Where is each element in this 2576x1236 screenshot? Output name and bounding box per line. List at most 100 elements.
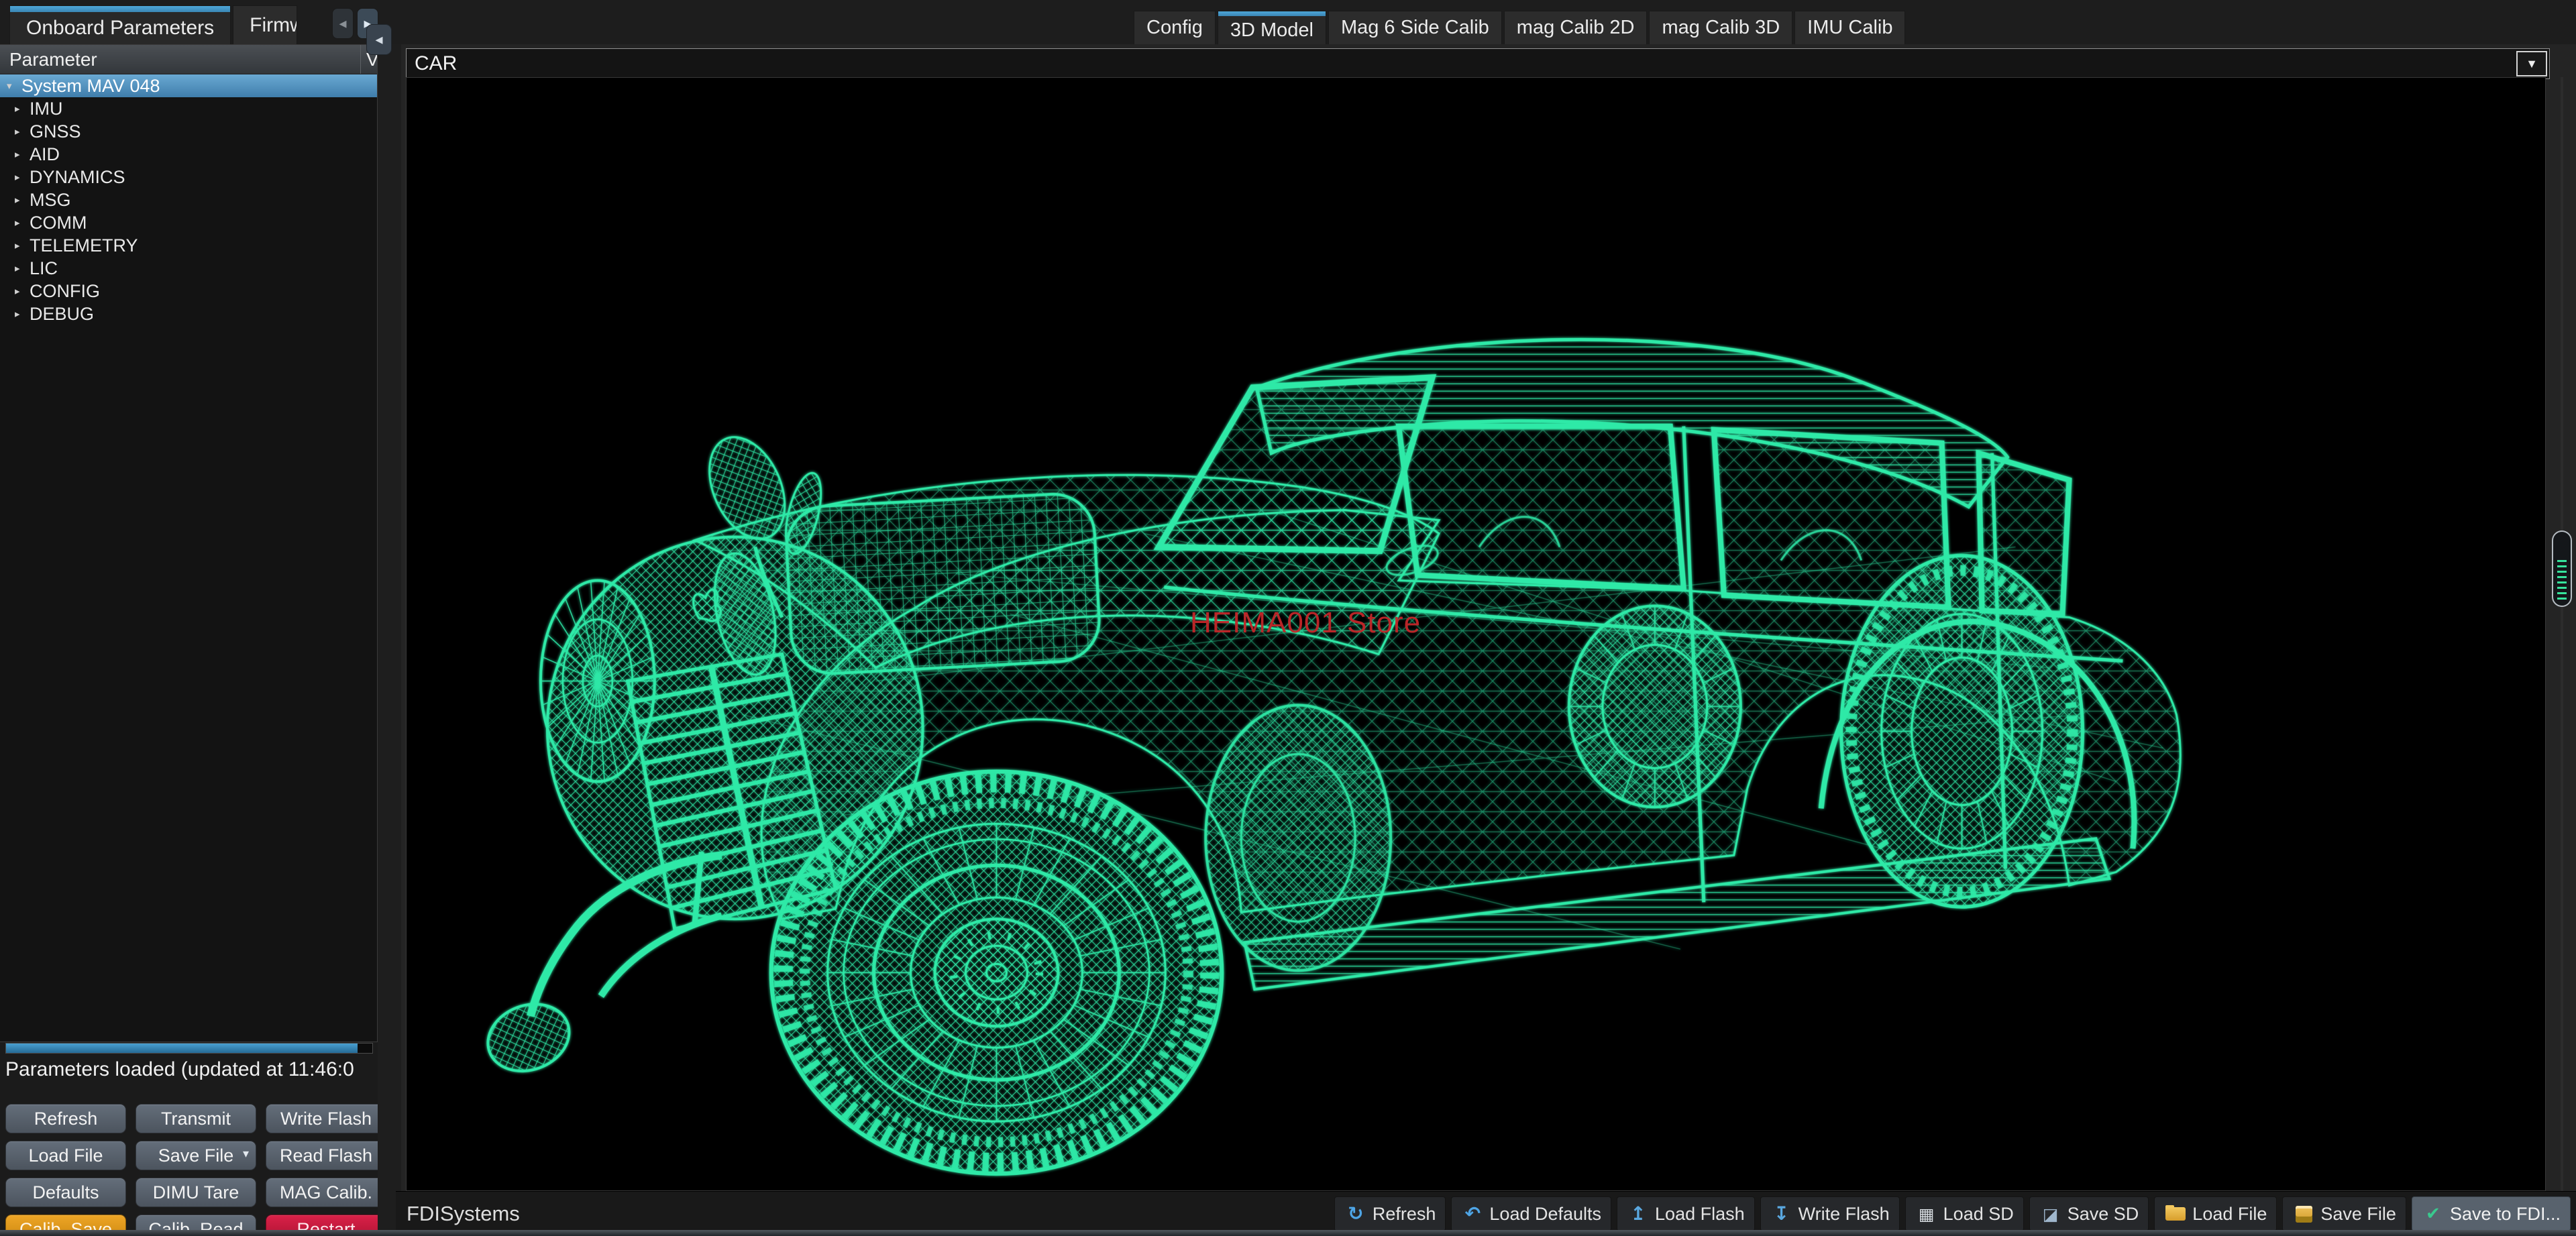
slider-track[interactable] — [2561, 77, 2563, 1191]
model-3d-canvas[interactable]: HEIMA001 Store — [406, 77, 2546, 1191]
viewer-tab[interactable]: mag Calib 3D — [1649, 11, 1792, 44]
tree-item[interactable]: ▸ AID — [0, 143, 377, 166]
toolbar-button[interactable]: Load Flash — [1617, 1196, 1755, 1231]
tree-item[interactable]: ▸ GNSS — [0, 120, 377, 143]
param-progress-bar — [5, 1043, 373, 1054]
param-action-label: Read Flash — [280, 1145, 372, 1166]
model-select[interactable]: CAR ▼ — [406, 48, 2550, 79]
param-action-label: Write Flash — [280, 1109, 372, 1129]
param-action-label: Load File — [28, 1145, 103, 1166]
param-action-button[interactable]: DIMU Tare ▾ — [136, 1178, 256, 1207]
tree-item[interactable]: ▸ MSG — [0, 188, 377, 211]
tab-scroll-left-icon[interactable]: ◂ — [332, 8, 354, 39]
viewer-tab[interactable]: mag Calib 2D — [1504, 11, 1648, 44]
toolbar-button-icon — [2422, 1202, 2445, 1225]
parameter-tree: Parameter Value ▾ System MAV 048 ▸ IMU ▸… — [0, 44, 378, 1042]
panel-tab[interactable]: Onboard Parameters — [9, 5, 231, 44]
toolbar-button-label: Save File — [2320, 1204, 2396, 1225]
car-hood-ornament — [694, 589, 721, 621]
toolbar-button-label: Save to FDI... — [2450, 1204, 2561, 1225]
param-action-button[interactable]: Read Flash ▾ — [266, 1141, 378, 1170]
param-action-button[interactable]: Load File ▾ — [5, 1141, 126, 1170]
param-action-button[interactable]: Transmit ▾ — [136, 1104, 256, 1133]
toolbar-button[interactable]: Load SD — [1905, 1196, 2024, 1231]
tree-item[interactable]: ▸ CONFIG — [0, 280, 377, 302]
parameter-panel: Parameter Value ▾ System MAV 048 ▸ IMU ▸… — [0, 44, 378, 1236]
tree-item-label: System MAV 048 — [21, 76, 160, 97]
expand-arrow-icon[interactable]: ▸ — [15, 308, 30, 320]
toolbar-button-icon — [1915, 1202, 1938, 1225]
param-action-label: Transmit — [161, 1109, 231, 1129]
viewer-tab[interactable]: 3D Model — [1218, 11, 1326, 44]
top-tab-bar: Onboard ParametersFirmware Upd ◂ ▸ ◂ Con… — [0, 0, 2576, 44]
sidebar-collapse-icon[interactable]: ◂ — [366, 24, 392, 55]
toolbar-button[interactable]: Write Flash — [1760, 1196, 1900, 1231]
tree-item-label: COMM — [30, 213, 87, 233]
slider-grip-icon — [2557, 560, 2567, 600]
param-action-button[interactable]: Refresh ▾ — [5, 1104, 126, 1133]
tree-item[interactable]: ▸ COMM — [0, 211, 377, 234]
viewer-panel: CAR ▼ — [401, 44, 2576, 1191]
toolbar-button[interactable]: Load File — [2154, 1196, 2277, 1231]
toolbar-button-icon — [2164, 1202, 2187, 1225]
expand-arrow-icon[interactable]: ▾ — [7, 80, 21, 92]
viewer-tab[interactable]: Config — [1134, 11, 1216, 44]
dropdown-arrow-icon[interactable]: ▾ — [243, 1147, 249, 1161]
viewer-tab[interactable]: Mag 6 Side Calib — [1328, 11, 1502, 44]
param-action-button[interactable]: Save File ▾ — [136, 1141, 256, 1170]
tree-item-label: IMU — [30, 99, 63, 119]
bottom-status-bar: FDISystems Refresh Load Defaults Load Fl… — [396, 1191, 2576, 1236]
combo-dropdown-icon[interactable]: ▼ — [2516, 51, 2547, 76]
expand-arrow-icon[interactable]: ▸ — [15, 239, 30, 251]
param-status-text: Parameters loaded (updated at 11:46:0 — [5, 1058, 378, 1085]
tree-item-label: TELEMETRY — [30, 235, 138, 256]
toolbar-button-icon — [1770, 1202, 1793, 1225]
expand-arrow-icon[interactable]: ▸ — [15, 285, 30, 297]
toolbar-button-label: Load Defaults — [1489, 1204, 1601, 1225]
param-progress-fill — [6, 1044, 358, 1053]
param-action-label: MAG Calib. — [280, 1182, 372, 1203]
tree-item[interactable]: ▸ LIC — [0, 257, 377, 280]
param-action-button[interactable]: Defaults ▾ — [5, 1178, 126, 1207]
expand-arrow-icon[interactable]: ▸ — [15, 171, 30, 183]
bottom-toolbar: Refresh Load Defaults Load Flash Write F… — [1334, 1196, 2571, 1231]
column-parameter: Parameter — [0, 49, 97, 70]
tree-item[interactable]: ▸ DEBUG — [0, 302, 377, 325]
expand-arrow-icon[interactable]: ▸ — [15, 103, 30, 115]
toolbar-button[interactable]: Save to FDI... — [2412, 1196, 2571, 1231]
toolbar-button-label: Load Flash — [1655, 1204, 1745, 1225]
car-front-wheel — [771, 771, 1222, 1174]
toolbar-button-label: Save SD — [2068, 1204, 2139, 1225]
tree-item[interactable]: ▸ DYNAMICS — [0, 166, 377, 188]
expand-arrow-icon[interactable]: ▸ — [15, 217, 30, 229]
param-action-label: DIMU Tare — [153, 1182, 239, 1203]
model-select-value: CAR — [407, 52, 457, 75]
car-wireframe — [407, 78, 2545, 1190]
toolbar-button[interactable]: Save File — [2282, 1196, 2406, 1231]
toolbar-button-icon — [2039, 1202, 2062, 1225]
toolbar-button[interactable]: Load Defaults — [1451, 1196, 1611, 1231]
tree-item[interactable]: ▸ TELEMETRY — [0, 234, 377, 257]
toolbar-button[interactable]: Refresh — [1334, 1196, 1446, 1231]
expand-arrow-icon[interactable]: ▸ — [15, 262, 30, 274]
toolbar-button[interactable]: Save SD — [2029, 1196, 2149, 1231]
tree-item[interactable]: ▾ System MAV 048 — [0, 74, 377, 97]
param-action-button[interactable]: Write Flash ▾ — [266, 1104, 378, 1133]
toolbar-button-label: Write Flash — [1799, 1204, 1890, 1225]
param-action-label: Defaults — [32, 1182, 99, 1203]
car-rear-wheel-inner — [1569, 606, 1741, 807]
toolbar-button-icon — [1461, 1202, 1484, 1225]
param-action-button[interactable]: MAG Calib. ▾ — [266, 1178, 378, 1207]
slider-thumb[interactable] — [2552, 530, 2572, 607]
viewer-tab[interactable]: IMU Calib — [1794, 11, 1905, 44]
panel-tab[interactable]: Firmware Upd — [233, 5, 297, 44]
toolbar-button-label: Load SD — [1943, 1204, 2014, 1225]
expand-arrow-icon[interactable]: ▸ — [15, 148, 30, 160]
viewer-tab-group: Config3D ModelMag 6 Side Calibmag Calib … — [1134, 11, 1907, 44]
tree-item[interactable]: ▸ IMU — [0, 97, 377, 120]
expand-arrow-icon[interactable]: ▸ — [15, 125, 30, 137]
car-rear-wheel — [1841, 556, 2083, 907]
expand-arrow-icon[interactable]: ▸ — [15, 194, 30, 206]
left-tab-group: Onboard ParametersFirmware Upd — [9, 5, 299, 44]
param-action-grid: Refresh ▾ Transmit ▾ Write Flash ▾ Load … — [5, 1104, 378, 1236]
